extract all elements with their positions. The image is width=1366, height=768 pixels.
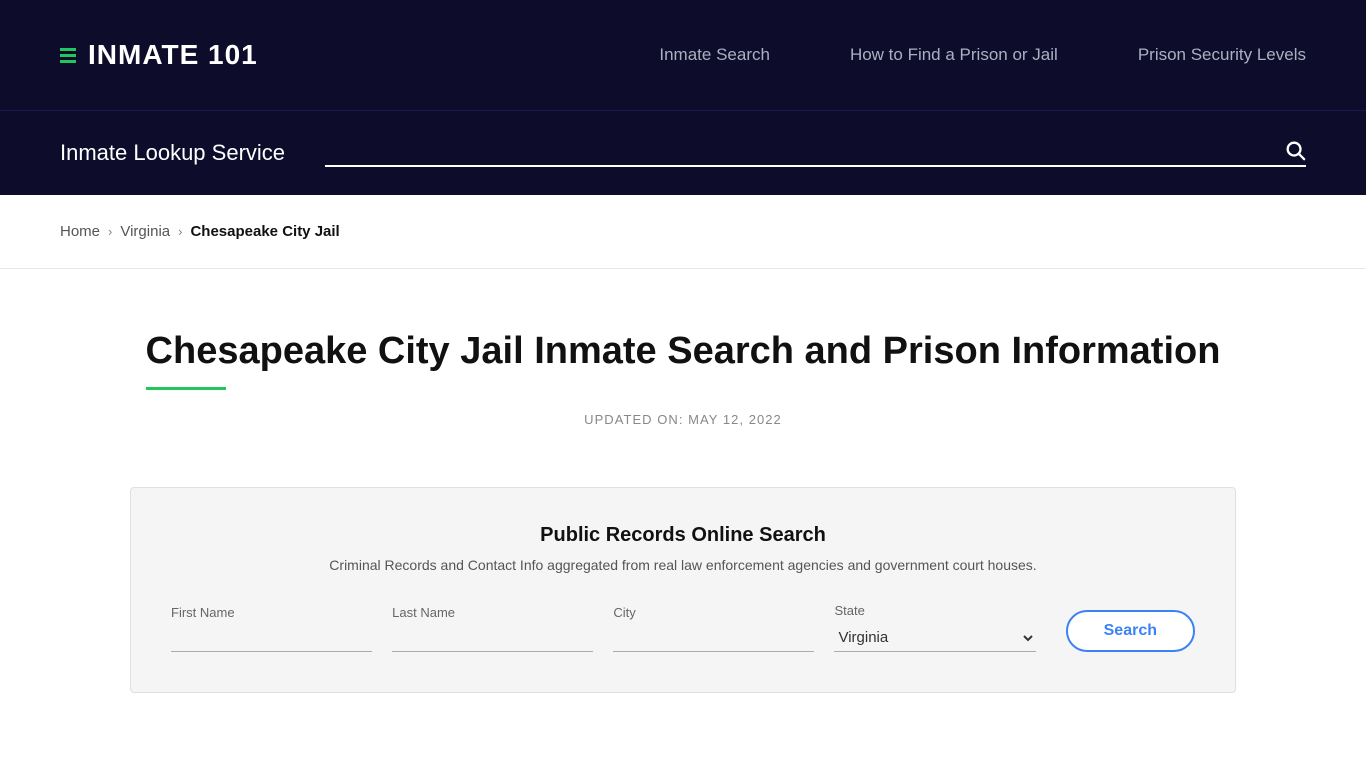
state-field: State Virginia Alabama Alaska Arizona Ar… [824,603,1045,652]
search-form: First Name Last Name City State Virginia… [171,603,1195,652]
logo-bars-icon [60,48,76,63]
first-name-label: First Name [171,605,372,620]
search-section: Inmate Lookup Service [0,110,1366,195]
updated-text: UPDATED ON: MAY 12, 2022 [60,412,1306,427]
top-navigation: INMATE 101 Inmate Search How to Find a P… [0,0,1366,110]
nav-links: Inmate Search How to Find a Prison or Ja… [659,45,1306,65]
city-field: City [603,605,824,652]
breadcrumb-current: Chesapeake City Jail [190,223,339,240]
search-input[interactable] [325,140,1284,161]
state-select[interactable]: Virginia Alabama Alaska Arizona Arkansas… [834,624,1035,652]
nav-inmate-search[interactable]: Inmate Search [659,45,770,65]
last-name-field: Last Name [382,605,603,652]
logo-text: INMATE 101 [88,39,258,71]
page-title-section: Chesapeake City Jail Inmate Search and P… [0,269,1366,447]
last-name-input[interactable] [392,626,593,652]
card-title: Public Records Online Search [171,524,1195,547]
state-label: State [834,603,1035,618]
main-content: Home › Virginia › Chesapeake City Jail C… [0,195,1366,693]
logo[interactable]: INMATE 101 [60,39,258,71]
breadcrumb-home[interactable]: Home [60,223,100,240]
search-submit-button[interactable] [1284,139,1306,161]
nav-security-levels[interactable]: Prison Security Levels [1138,45,1306,65]
page-title: Chesapeake City Jail Inmate Search and P… [146,329,1221,375]
first-name-input[interactable] [171,626,372,652]
city-input[interactable] [613,626,814,652]
public-records-search-button[interactable]: Search [1066,610,1195,652]
breadcrumb-state[interactable]: Virginia [120,223,170,240]
first-name-field: First Name [171,605,382,652]
city-label: City [613,605,814,620]
search-icon [1284,139,1306,161]
breadcrumb: Home › Virginia › Chesapeake City Jail [0,195,1366,269]
last-name-label: Last Name [392,605,593,620]
search-input-container [325,139,1306,167]
breadcrumb-sep-1: › [108,224,112,239]
card-subtitle: Criminal Records and Contact Info aggreg… [171,557,1195,573]
public-records-card: Public Records Online Search Criminal Re… [130,487,1236,693]
breadcrumb-sep-2: › [178,224,182,239]
title-underline [146,387,226,390]
nav-how-to-find[interactable]: How to Find a Prison or Jail [850,45,1058,65]
search-section-label: Inmate Lookup Service [60,140,285,166]
